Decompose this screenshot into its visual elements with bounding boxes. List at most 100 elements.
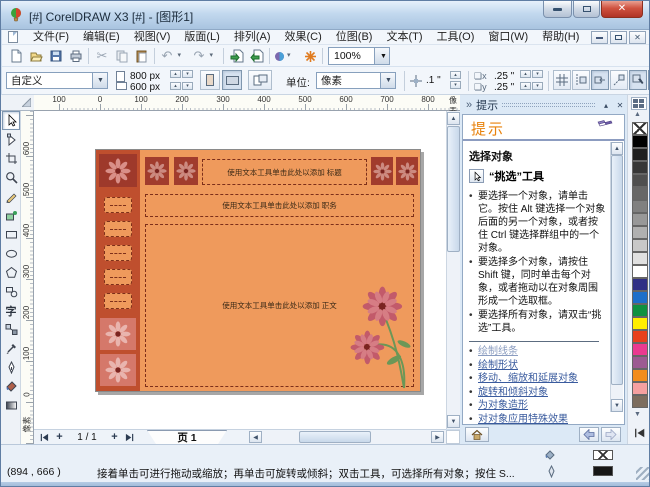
- snap-to-objects-button[interactable]: [591, 70, 609, 90]
- palette-expand-icon[interactable]: [634, 427, 646, 439]
- hints-home-button[interactable]: [465, 427, 489, 442]
- docker-title-bar[interactable]: » 提示 ▴ ✕: [460, 97, 627, 113]
- zoom-level-combo[interactable]: 100% ▼: [328, 47, 390, 65]
- snap-to-guidelines-button[interactable]: [572, 70, 590, 90]
- nudge-spin-up[interactable]: ▴: [450, 71, 461, 79]
- menu-window[interactable]: 窗口(W): [481, 30, 535, 45]
- color-swatch[interactable]: [632, 278, 648, 291]
- flower-tile[interactable]: [145, 157, 169, 185]
- color-swatch[interactable]: [632, 343, 648, 356]
- apply-to-all-pages-button[interactable]: [248, 70, 272, 90]
- interactive-fill-tool[interactable]: [2, 396, 20, 415]
- height-spin-up[interactable]: ▴: [170, 82, 181, 90]
- height-spin-down[interactable]: ▾: [182, 82, 193, 90]
- color-swatch[interactable]: [632, 135, 648, 148]
- paper-preset-combo[interactable]: 自定义 ▼: [6, 72, 108, 89]
- palette-scroll-down-icon[interactable]: ▼: [634, 411, 641, 418]
- menu-edit[interactable]: 编辑(E): [76, 30, 127, 45]
- docker-collapse-icon[interactable]: ▴: [599, 99, 613, 111]
- menu-view[interactable]: 视图(V): [127, 30, 178, 45]
- hints-scrollbar[interactable]: ▲ ▼: [610, 142, 623, 412]
- preset-dropdown-icon[interactable]: ▼: [92, 73, 107, 88]
- undo-button[interactable]: ↶: [158, 47, 176, 65]
- scroll-left-icon[interactable]: ◀: [249, 431, 262, 443]
- flower-tile[interactable]: [100, 318, 136, 350]
- menu-tools[interactable]: 工具(O): [430, 30, 482, 45]
- export-button[interactable]: [247, 47, 267, 65]
- flower-tile[interactable]: [371, 157, 393, 185]
- paste-button[interactable]: [132, 47, 152, 65]
- color-swatch[interactable]: [632, 187, 648, 200]
- drawing-canvas[interactable]: 使用文本工具单击此处以添加 标题 使用文本工具单击此处以添加 职务 使用文本工具…: [34, 111, 446, 429]
- landscape-button[interactable]: [222, 70, 242, 90]
- hint-link[interactable]: 为对象造形: [478, 400, 528, 413]
- hints-forward-button[interactable]: [601, 427, 621, 442]
- color-swatch[interactable]: [632, 239, 648, 252]
- dup-y-spin-down[interactable]: ▾: [532, 82, 543, 90]
- zoom-dropdown-icon[interactable]: ▼: [374, 48, 389, 64]
- dup-x-spin-down[interactable]: ▾: [532, 70, 543, 78]
- color-swatch[interactable]: [632, 356, 648, 369]
- width-spin-up[interactable]: ▴: [170, 70, 181, 78]
- add-page-after-button[interactable]: +: [107, 431, 122, 444]
- flower-tile[interactable]: [99, 154, 137, 187]
- hint-link[interactable]: 绘制线条: [478, 346, 518, 359]
- outline-pen-tool[interactable]: [2, 358, 20, 377]
- swatch-no-color[interactable]: [632, 122, 648, 135]
- greeting-card-page[interactable]: 使用文本工具单击此处以添加 标题 使用文本工具单击此处以添加 职务 使用文本工具…: [95, 149, 421, 392]
- snap-to-grid-button[interactable]: [553, 70, 571, 90]
- strip-placeholder-box[interactable]: [104, 197, 132, 213]
- menu-layout[interactable]: 版面(L): [177, 30, 226, 45]
- vertical-scroll-thumb[interactable]: [447, 126, 460, 252]
- close-button[interactable]: ✕: [601, 1, 643, 18]
- import-button[interactable]: [227, 47, 247, 65]
- menu-effects[interactable]: 效果(C): [278, 30, 329, 45]
- strip-placeholder-box[interactable]: [104, 245, 132, 261]
- width-spin-down[interactable]: ▾: [182, 70, 193, 78]
- hints-back-button[interactable]: [579, 427, 599, 442]
- new-document-button[interactable]: [6, 47, 26, 65]
- card-left-strip[interactable]: [96, 150, 140, 391]
- palette-options-icon[interactable]: [631, 97, 647, 110]
- fill-tool[interactable]: [2, 377, 20, 396]
- add-page-before-button[interactable]: +: [52, 431, 67, 444]
- scroll-up-icon[interactable]: ▲: [611, 142, 623, 155]
- hints-scroll-thumb[interactable]: [611, 155, 623, 385]
- pick-tool[interactable]: [2, 111, 20, 130]
- color-swatch[interactable]: [632, 291, 648, 304]
- fill-color-swatch[interactable]: [593, 450, 613, 460]
- paper-width-value[interactable]: 800 px: [130, 71, 160, 82]
- rectangle-tool[interactable]: [2, 225, 20, 244]
- scroll-up-icon[interactable]: ▲: [447, 112, 460, 125]
- minimize-button[interactable]: [543, 1, 572, 18]
- color-swatch[interactable]: [632, 213, 648, 226]
- restore-button[interactable]: [573, 1, 600, 18]
- color-swatch[interactable]: [632, 317, 648, 330]
- copy-button[interactable]: [112, 47, 132, 65]
- color-swatch[interactable]: [632, 174, 648, 187]
- card-title-placeholder[interactable]: 使用文本工具单击此处以添加 标题: [202, 159, 367, 185]
- nudge-spin-down[interactable]: ▾: [450, 81, 461, 89]
- strip-placeholder-box[interactable]: [104, 269, 132, 285]
- corel-online-button[interactable]: [301, 47, 319, 65]
- doc-close-button[interactable]: ✕: [629, 31, 646, 44]
- menu-bitmaps[interactable]: 位图(B): [329, 30, 380, 45]
- color-swatch[interactable]: [632, 200, 648, 213]
- docker-close-icon[interactable]: ✕: [613, 99, 627, 111]
- color-swatch[interactable]: [632, 382, 648, 395]
- treat-as-filled-button[interactable]: [629, 70, 647, 90]
- flower-tile[interactable]: [100, 354, 136, 386]
- color-swatch[interactable]: [632, 304, 648, 317]
- application-launcher-button[interactable]: ▾: [273, 47, 297, 65]
- card-subtitle-placeholder[interactable]: 使用文本工具单击此处以添加 职务: [145, 194, 414, 217]
- basic-shapes-tool[interactable]: [2, 282, 20, 301]
- interactive-blend-tool[interactable]: [2, 320, 20, 339]
- color-swatch[interactable]: [632, 395, 648, 408]
- doc-minimize-button[interactable]: [591, 31, 608, 44]
- color-swatch[interactable]: [632, 265, 648, 278]
- paper-height-value[interactable]: 600 px: [130, 82, 160, 93]
- freehand-tool[interactable]: [2, 187, 20, 206]
- save-button[interactable]: [46, 47, 66, 65]
- eyedropper-tool[interactable]: [2, 339, 20, 358]
- strip-placeholder-box[interactable]: [104, 293, 132, 309]
